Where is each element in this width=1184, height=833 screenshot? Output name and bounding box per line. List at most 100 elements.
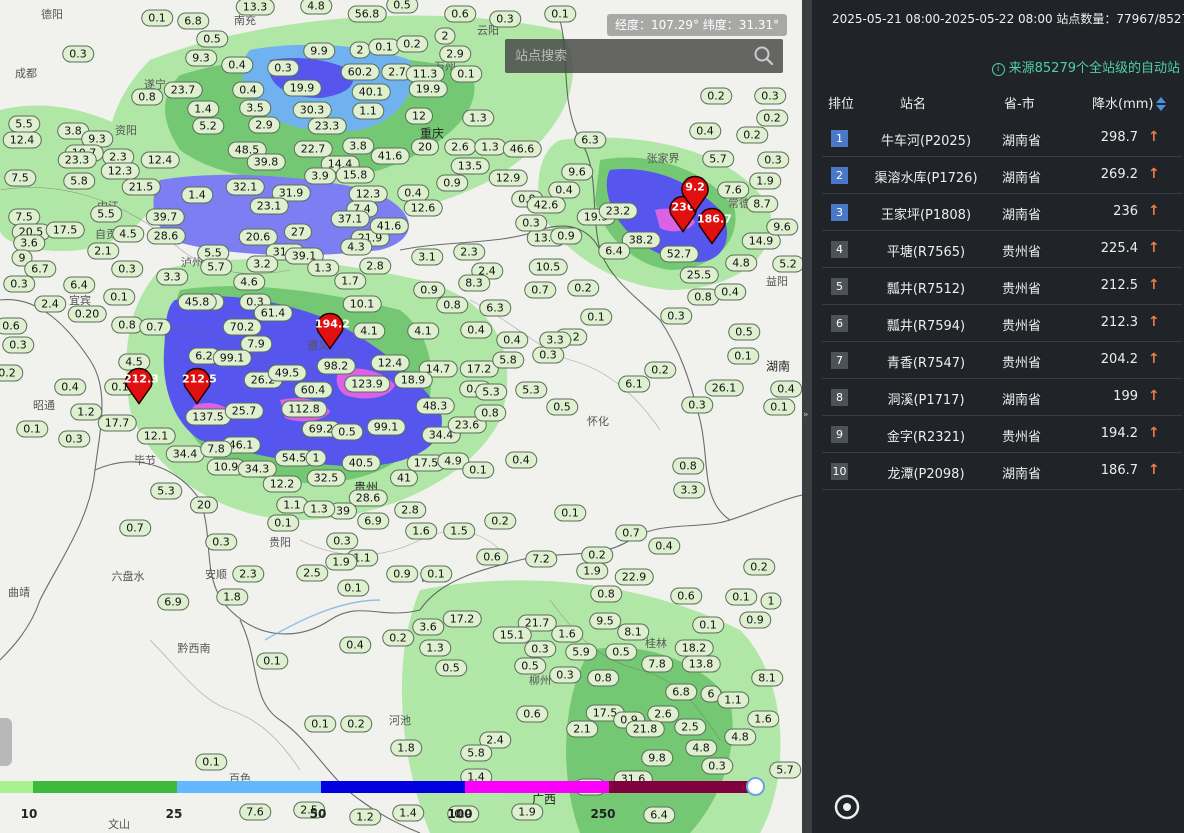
station-value[interactable]: 0.2 bbox=[700, 87, 732, 105]
station-value[interactable]: 22.9 bbox=[614, 568, 654, 586]
station-value[interactable]: 0.1 bbox=[580, 308, 612, 326]
station-value[interactable]: 3.8 bbox=[342, 137, 374, 155]
station-value[interactable]: 1.6 bbox=[747, 710, 779, 728]
station-value[interactable]: 4.6 bbox=[233, 273, 265, 291]
station-value[interactable]: 0.6 bbox=[444, 5, 476, 23]
station-value[interactable]: 37.1 bbox=[330, 210, 370, 228]
station-value[interactable]: 0.2 bbox=[736, 126, 768, 144]
station-value[interactable]: 0.2 bbox=[396, 35, 428, 53]
station-value[interactable]: 12.9 bbox=[488, 169, 528, 187]
station-value[interactable]: 8.7 bbox=[746, 195, 778, 213]
station-value[interactable]: 1.9 bbox=[325, 553, 357, 571]
station-value[interactable]: 0.1 bbox=[692, 616, 724, 634]
station-value[interactable]: 34.4 bbox=[165, 445, 205, 463]
station-value[interactable]: 2.3 bbox=[232, 565, 264, 583]
station-value[interactable]: 0.3 bbox=[549, 666, 581, 684]
station-value[interactable]: 26.1 bbox=[704, 379, 744, 397]
station-value[interactable]: 6.8 bbox=[177, 12, 209, 30]
station-value[interactable]: 0.7 bbox=[139, 318, 171, 336]
station-value[interactable]: 1.6 bbox=[405, 522, 437, 540]
station-value[interactable]: 0.2 bbox=[567, 279, 599, 297]
collapse-arrow-icon[interactable]: » bbox=[803, 410, 809, 420]
station-value[interactable]: 12.3 bbox=[100, 162, 140, 180]
station-marker[interactable]: 9.2 bbox=[680, 175, 710, 213]
station-value[interactable]: 0.5 bbox=[546, 398, 578, 416]
station-value[interactable]: 3.3 bbox=[156, 268, 188, 286]
station-value[interactable]: 32.1 bbox=[225, 178, 265, 196]
station-value[interactable]: 1.9 bbox=[511, 803, 543, 821]
station-value[interactable]: 99.1 bbox=[366, 418, 406, 436]
station-value[interactable]: 6.3 bbox=[479, 299, 511, 317]
station-value[interactable]: 6.9 bbox=[357, 512, 389, 530]
station-value[interactable]: 2.5 bbox=[674, 718, 706, 736]
station-value[interactable]: 52.7 bbox=[659, 245, 699, 263]
station-value[interactable]: 0.2 bbox=[0, 364, 23, 382]
station-value[interactable]: 1.2 bbox=[70, 403, 102, 421]
station-value[interactable]: 0.1 bbox=[337, 579, 369, 597]
station-value[interactable]: 23.3 bbox=[57, 151, 97, 169]
station-value[interactable]: 1.9 bbox=[576, 562, 608, 580]
station-value[interactable]: 0.6 bbox=[476, 548, 508, 566]
station-value[interactable]: 46.6 bbox=[502, 140, 542, 158]
station-value[interactable]: 5.3 bbox=[475, 383, 507, 401]
station-value[interactable]: 0.8 bbox=[436, 296, 468, 314]
station-value[interactable]: 2.3 bbox=[453, 243, 485, 261]
station-value[interactable]: 0.1 bbox=[16, 420, 48, 438]
station-value[interactable]: 42.6 bbox=[526, 196, 566, 214]
station-value[interactable]: 1.8 bbox=[390, 739, 422, 757]
station-value[interactable]: 10.5 bbox=[528, 258, 568, 276]
station-value[interactable]: 41 bbox=[390, 469, 418, 487]
table-row[interactable]: 7 青香(R7547) 贵州省 204.2 ↑ bbox=[822, 342, 1182, 379]
station-value[interactable]: 0.4 bbox=[54, 378, 86, 396]
station-value[interactable]: 6.8 bbox=[665, 683, 697, 701]
station-value[interactable]: 0.7 bbox=[119, 519, 151, 537]
station-value[interactable]: 1.3 bbox=[474, 138, 506, 156]
station-value[interactable]: 1.7 bbox=[334, 272, 366, 290]
station-value[interactable]: 0.9 bbox=[436, 174, 468, 192]
station-value[interactable]: 0.1 bbox=[554, 504, 586, 522]
station-value[interactable]: 39.7 bbox=[145, 208, 185, 226]
sort-icon[interactable] bbox=[1156, 97, 1167, 111]
station-value[interactable]: 39.8 bbox=[246, 153, 286, 171]
station-value[interactable]: 1.1 bbox=[352, 102, 384, 120]
left-panel-handle[interactable] bbox=[0, 718, 12, 766]
station-value[interactable]: 19.9 bbox=[408, 80, 448, 98]
station-value[interactable]: 0.1 bbox=[544, 5, 576, 23]
station-value[interactable]: 5.2 bbox=[772, 255, 802, 273]
station-value[interactable]: 1.4 bbox=[392, 804, 424, 822]
station-value[interactable]: 25.5 bbox=[679, 266, 719, 284]
station-value[interactable]: 0.5 bbox=[386, 0, 418, 14]
station-value[interactable]: 17.2 bbox=[442, 610, 482, 628]
station-value[interactable]: 70.2 bbox=[222, 318, 262, 336]
station-value[interactable]: 0.7 bbox=[615, 524, 647, 542]
station-value[interactable]: 0.3 bbox=[701, 757, 733, 775]
station-value[interactable]: 0.3 bbox=[524, 640, 556, 658]
station-value[interactable]: 13.3 bbox=[235, 0, 275, 16]
station-value[interactable]: 41.6 bbox=[370, 147, 410, 165]
station-value[interactable]: 0.1 bbox=[462, 461, 494, 479]
station-value[interactable]: 15.8 bbox=[335, 166, 375, 184]
station-search-input[interactable] bbox=[505, 39, 745, 73]
station-value[interactable]: 1.5 bbox=[443, 522, 475, 540]
station-value[interactable]: 1 bbox=[760, 592, 782, 610]
station-value[interactable]: 7.8 bbox=[200, 440, 232, 458]
station-value[interactable]: 4.5 bbox=[112, 225, 144, 243]
station-value[interactable]: 0.5 bbox=[728, 323, 760, 341]
station-value[interactable]: 1.8 bbox=[216, 588, 248, 606]
station-value[interactable]: 2.1 bbox=[566, 720, 598, 738]
table-row[interactable]: 2 渠溶水库(P1726) 湖南省 269.2 ↑ bbox=[822, 157, 1182, 194]
table-row[interactable]: 10 龙潭(P2098) 湖南省 186.7 ↑ bbox=[822, 453, 1182, 490]
station-value[interactable]: 60.2 bbox=[340, 63, 380, 81]
station-value[interactable]: 1.4 bbox=[187, 100, 219, 118]
station-value[interactable]: 4.3 bbox=[340, 238, 372, 256]
station-value[interactable]: 0.4 bbox=[648, 537, 680, 555]
station-value[interactable]: 5.7 bbox=[702, 150, 734, 168]
station-value[interactable]: 3.5 bbox=[239, 99, 271, 117]
station-value[interactable]: 2.1 bbox=[87, 242, 119, 260]
station-value[interactable]: 6.4 bbox=[598, 242, 630, 260]
station-value[interactable]: 6.4 bbox=[63, 276, 95, 294]
station-value[interactable]: 0.4 bbox=[689, 122, 721, 140]
station-value[interactable]: 99.1 bbox=[212, 349, 252, 367]
station-value[interactable]: 0.5 bbox=[514, 657, 546, 675]
station-value[interactable]: 7.5 bbox=[4, 169, 36, 187]
